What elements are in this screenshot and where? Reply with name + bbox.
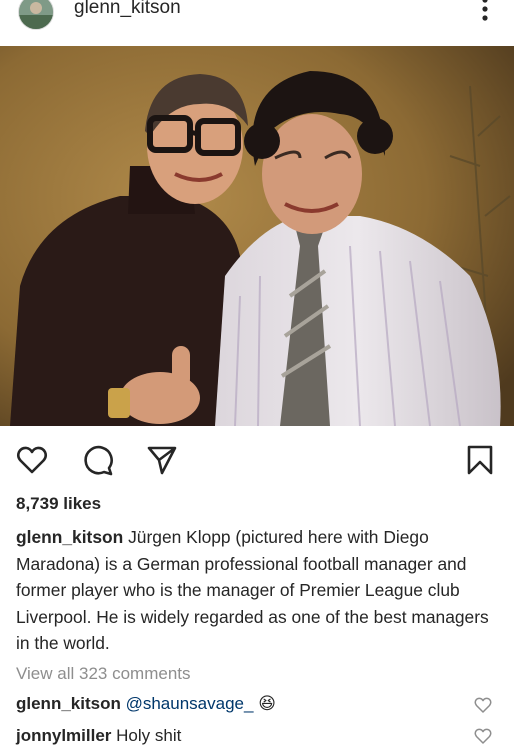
small-heart-icon[interactable] — [474, 727, 492, 745]
avatar[interactable] — [18, 0, 54, 30]
likes-count[interactable]: 8,739 likes — [16, 494, 101, 514]
comment-username[interactable]: glenn_kitson — [16, 694, 121, 713]
post-header: glenn_kitson — [0, 0, 514, 46]
post-photo[interactable] — [0, 46, 514, 426]
caption-username[interactable]: glenn_kitson — [16, 527, 123, 547]
paper-plane-icon[interactable] — [146, 444, 178, 476]
comment-username[interactable]: jonnylmiller — [16, 726, 111, 745]
small-heart-icon[interactable] — [474, 696, 492, 714]
comment-bubble-icon[interactable] — [82, 444, 114, 476]
action-bar — [0, 426, 514, 486]
comment-item: jonnylmiller Holy shit — [16, 726, 181, 746]
comment-text: Holy shit — [116, 726, 182, 745]
post-username[interactable]: glenn_kitson — [74, 0, 181, 19]
laughing-emoji-icon: 😆 — [258, 694, 276, 713]
comment-mention[interactable]: @shaunsavage_ — [126, 694, 254, 713]
comment-item: glenn_kitson @shaunsavage_ 😆 — [16, 694, 276, 714]
bookmark-icon[interactable] — [464, 444, 496, 476]
post-caption: glenn_kitson Jürgen Klopp (pictured here… — [16, 524, 502, 657]
view-all-comments-link[interactable]: View all 323 comments — [16, 664, 191, 684]
heart-icon[interactable] — [16, 444, 48, 476]
more-options-icon[interactable] — [480, 0, 490, 24]
